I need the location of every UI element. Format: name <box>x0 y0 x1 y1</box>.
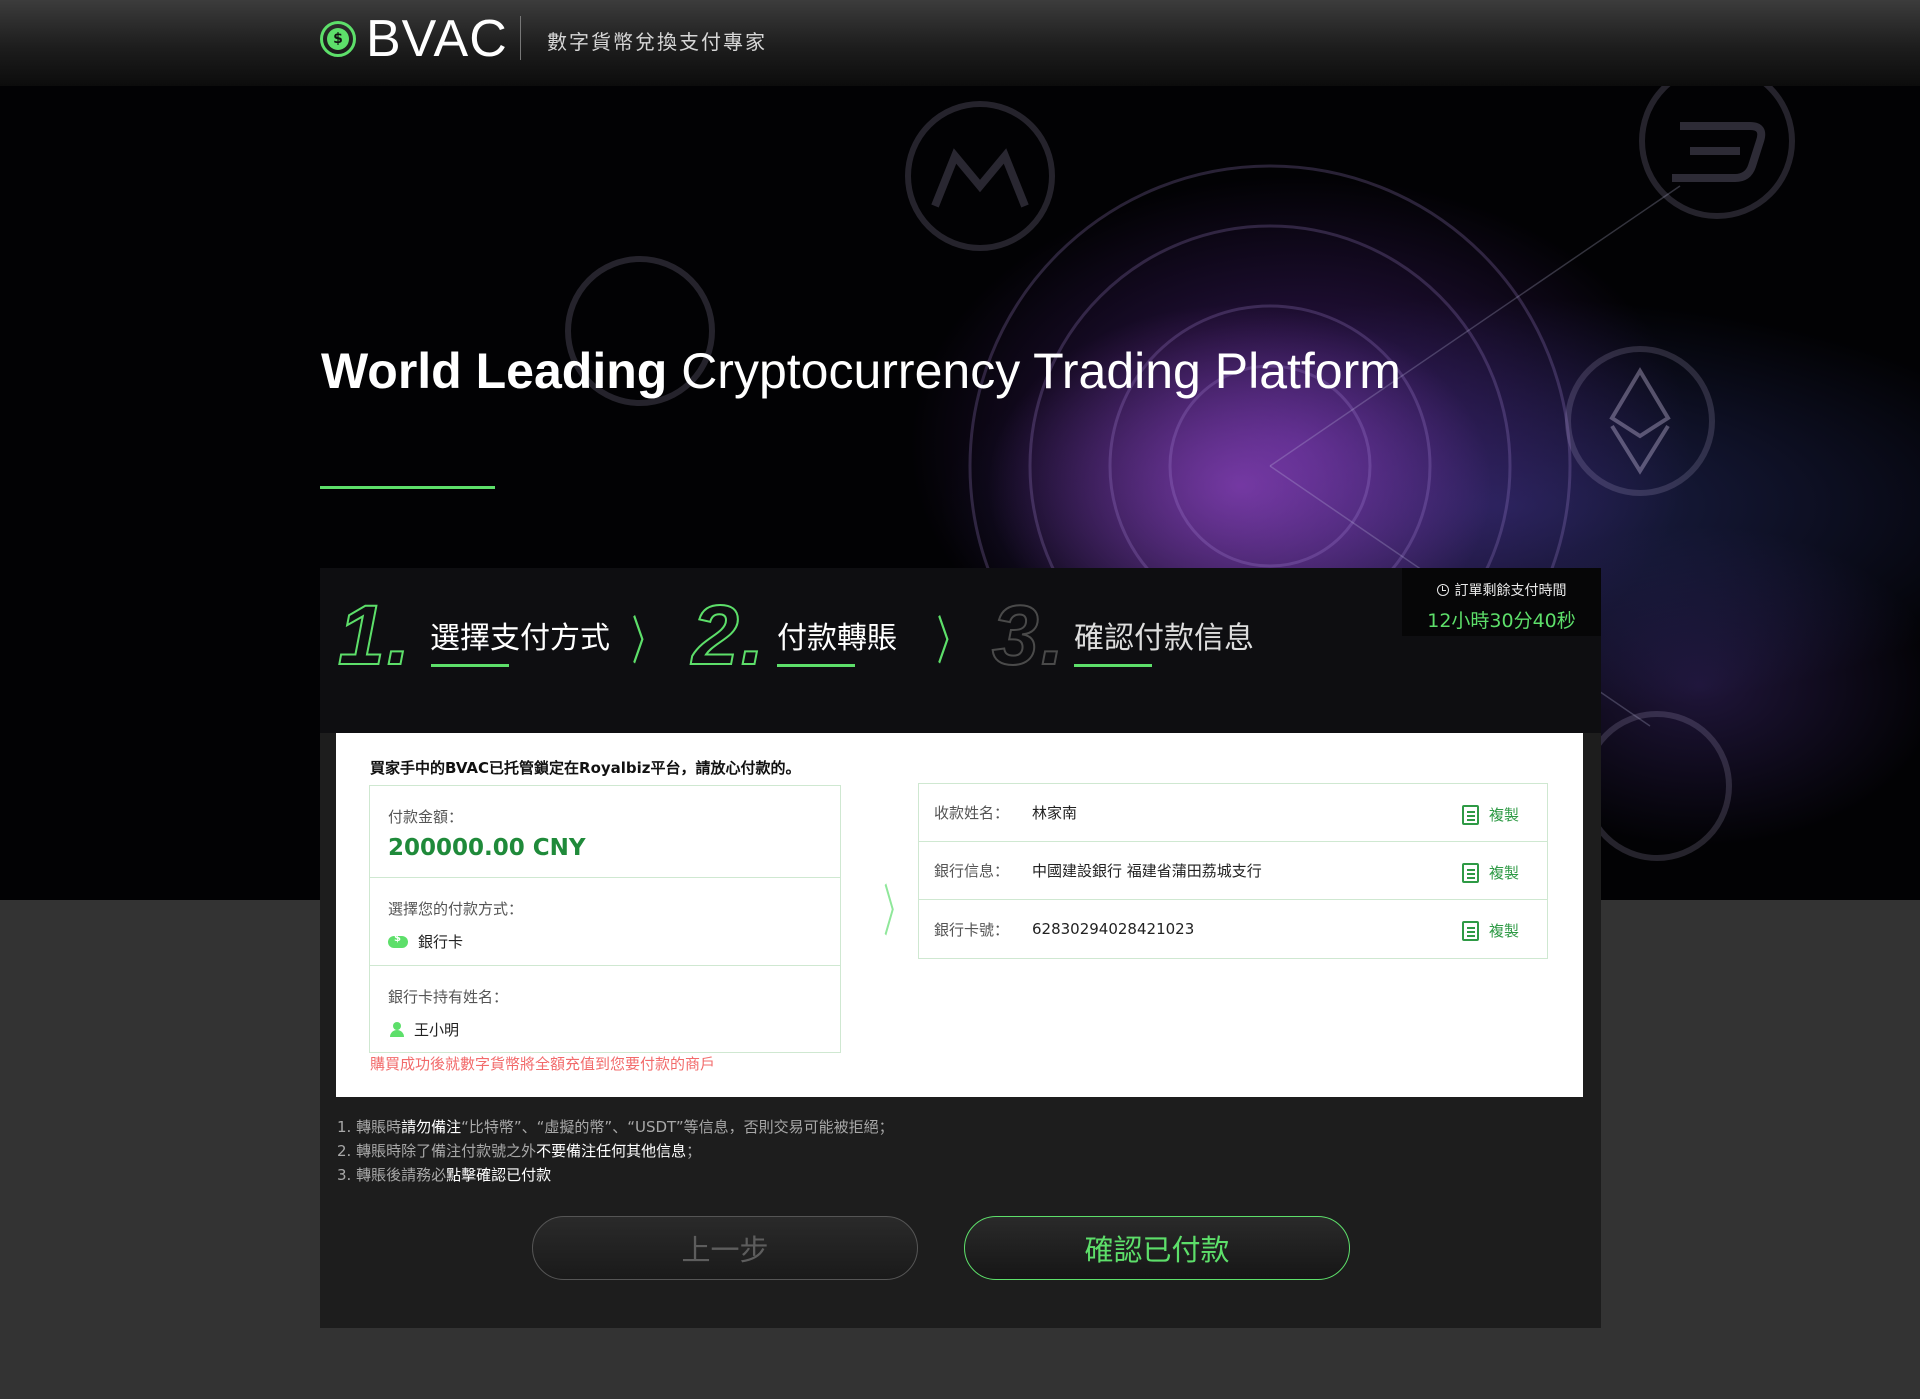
transfer-instructions: 1. 轉賬時請勿備注“比特幣”、“虛擬的幣”、“USDT”等信息，否則交易可能被… <box>337 1115 894 1187</box>
monero-icon <box>905 101 1055 251</box>
bank-card-icon <box>388 933 408 948</box>
payment-method-label: 選擇您的付款方式： <box>388 900 524 918</box>
recharge-warning: 購買成功後就數字貨幣將全額充值到您要付款的商戶 <box>370 1055 716 1073</box>
step-1-underline <box>431 664 509 667</box>
instruction-3: 3. 轉賬後請務必點擊確認已付款 <box>337 1166 552 1184</box>
ripple-icon <box>1582 711 1732 861</box>
step-1-label: 選擇支付方式 <box>430 621 610 656</box>
recipient-name-value: 林家南 <box>1032 804 1078 822</box>
copy-icon <box>1461 804 1479 825</box>
copy-label: 複製 <box>1488 922 1519 940</box>
brand-logo[interactable]: $ BVAC <box>320 10 508 68</box>
step-1-number: 1. <box>337 588 413 682</box>
copy-recipient-name-button[interactable]: 複製 <box>1461 804 1519 825</box>
cardholder-label: 銀行卡持有姓名： <box>388 988 509 1006</box>
clock-icon <box>1436 584 1449 596</box>
brand-name: BVAC <box>366 10 508 68</box>
hero-title-rest: Cryptocurrency Trading Platform <box>681 343 1401 399</box>
payment-method-value: 銀行卡 <box>418 933 464 951</box>
copy-label: 複製 <box>1488 806 1519 824</box>
payment-details-card: 買家手中的BVAC已托管鎖定在Royalbiz平台，請放心付款的。 付款金額： … <box>336 733 1583 1097</box>
step-3-number: 3. <box>991 588 1067 682</box>
hero-title-bold: World Leading <box>321 343 668 399</box>
cardholder-value: 王小明 <box>414 1021 460 1039</box>
copy-card-number-button[interactable]: 複製 <box>1461 920 1519 941</box>
card-number-label: 銀行卡號： <box>934 920 1010 939</box>
step-2-underline <box>777 664 855 667</box>
payment-method-row: 選擇您的付款方式： 銀行卡 <box>370 878 840 966</box>
timer-label: 訂單剩餘支付時間 <box>1454 583 1567 599</box>
step-3-underline <box>1074 664 1152 667</box>
amount-label: 付款金額： <box>388 808 464 826</box>
previous-step-button[interactable]: 上一步 <box>532 1216 918 1280</box>
bank-info-row: 銀行信息： 中國建設銀行 福建省蒲田荔城支行 複製 <box>919 842 1547 900</box>
copy-icon <box>1461 862 1479 883</box>
cardholder-row: 銀行卡持有姓名： 王小明 <box>370 966 840 1052</box>
recipient-info-box: 收款姓名： 林家南 複製 銀行信息： 中國建設銀行 福建省蒲田荔城支行 複製 銀… <box>918 783 1548 959</box>
coin-icon: $ <box>320 21 356 57</box>
step-arrow-1: 〉 <box>631 612 661 672</box>
copy-label: 複製 <box>1488 864 1519 882</box>
amount-row: 付款金額： 200000.00 CNY <box>370 786 840 878</box>
hero-title: World Leading Cryptocurrency Trading Pla… <box>321 342 1401 400</box>
bank-info-value: 中國建設銀行 福建省蒲田荔城支行 <box>1032 862 1262 880</box>
bank-info-label: 銀行信息： <box>934 862 1010 880</box>
card-number-row: 銀行卡號： 62830294028421023 複製 <box>919 900 1547 958</box>
copy-icon <box>1461 920 1479 941</box>
recipient-name-label: 收款姓名： <box>934 804 1010 822</box>
payment-timer: 訂單剩餘支付時間 12小時30分40秒 <box>1402 568 1601 636</box>
step-2-number: 2. <box>691 588 767 682</box>
payer-info-box: 付款金額： 200000.00 CNY 選擇您的付款方式： 銀行卡 銀行卡持有姓… <box>369 785 841 1053</box>
copy-bank-info-button[interactable]: 複製 <box>1461 862 1519 883</box>
instruction-2: 2. 轉賬時除了備注付款號之外不要備注任何其他信息； <box>337 1142 702 1160</box>
instruction-1: 1. 轉賬時請勿備注“比特幣”、“虛擬的幣”、“USDT”等信息，否則交易可能被… <box>337 1118 894 1136</box>
header-divider <box>520 16 521 60</box>
top-bar: $ BVAC 數字貨幣兌換支付專家 <box>0 0 1920 86</box>
user-icon <box>390 1022 404 1037</box>
timer-countdown: 12小時30分40秒 <box>1427 610 1576 632</box>
brand-tagline: 數字貨幣兌換支付專家 <box>547 30 767 54</box>
recipient-name-row: 收款姓名： 林家南 複製 <box>919 784 1547 842</box>
hero-underline <box>320 486 495 489</box>
amount-value: 200000.00 CNY <box>388 835 586 861</box>
step-3-label: 確認付款信息 <box>1074 621 1254 656</box>
card-number-value: 62830294028421023 <box>1032 920 1195 938</box>
transfer-arrow-icon: 〉 <box>883 880 909 945</box>
escrow-notice: 買家手中的BVAC已托管鎖定在Royalbiz平台，請放心付款的。 <box>370 759 801 777</box>
confirm-paid-button[interactable]: 確認已付款 <box>964 1216 1350 1280</box>
step-2-label: 付款轉賬 <box>777 621 897 656</box>
step-arrow-2: 〉 <box>936 612 966 672</box>
